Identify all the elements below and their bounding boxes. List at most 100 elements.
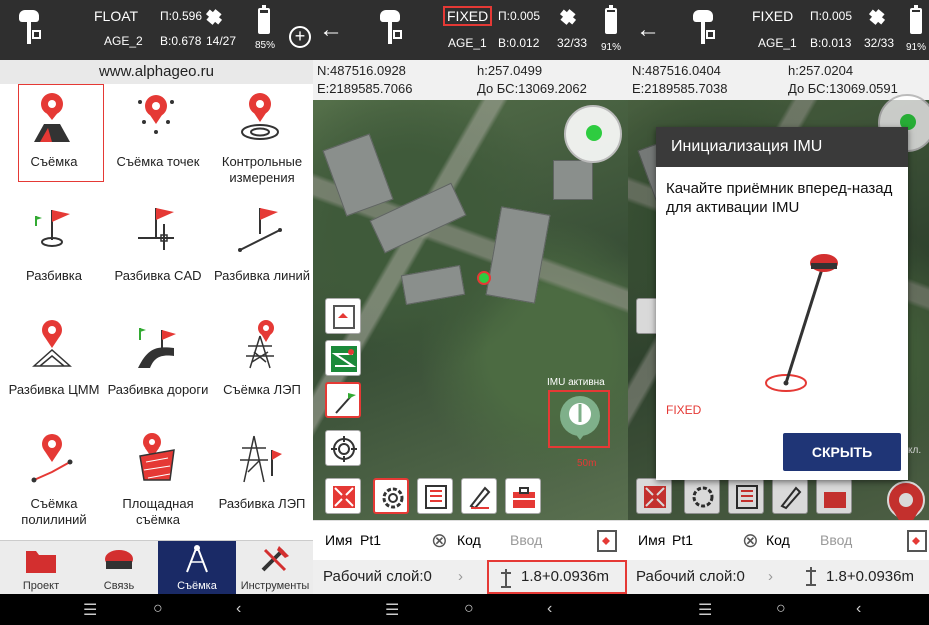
back-button[interactable]: ‹ [547, 600, 552, 618]
antenna-height-box[interactable]: 1.8+0.0936m [487, 560, 627, 594]
vertical-accuracy: В:0.013 [810, 36, 852, 50]
code-label: Код [457, 532, 481, 548]
compass-widget[interactable] [564, 105, 622, 163]
fix-mode: FIXED [752, 8, 794, 24]
antenna-height: 1.8+0.0936m [521, 568, 609, 585]
draw-tool-button[interactable] [461, 478, 497, 514]
point-survey-icon [138, 95, 174, 134]
building [553, 160, 593, 200]
target-icon [331, 436, 357, 462]
grid-item-line-stakeout[interactable]: Разбивка линий [210, 198, 313, 312]
add-icon[interactable]: + [289, 26, 311, 48]
back-button[interactable]: ‹ [236, 600, 241, 618]
imu-indicator[interactable] [548, 390, 610, 448]
grid-item-label: Съёмка [30, 154, 78, 169]
tab-tools[interactable]: Инструменты [236, 541, 313, 595]
gnss-receiver-icon[interactable] [377, 10, 403, 46]
grid-item-road-stakeout[interactable]: Разбивка дороги [106, 312, 210, 426]
home-button[interactable]: ○ [153, 600, 163, 618]
tab-label: Съёмка [177, 580, 217, 592]
battery-icon [910, 5, 922, 34]
work-layer[interactable]: Рабочий слой:0 [323, 568, 432, 585]
back-arrow-icon[interactable]: ← [319, 16, 343, 44]
grid-item-powerline-survey[interactable]: Съёмка ЛЭП [210, 312, 313, 426]
stakeout-mode-button[interactable] [325, 340, 361, 376]
zoom-extent-button[interactable] [325, 478, 361, 514]
status-bar: ← FIXED П:0.005 AGE_1 В:0.013 32/33 91% [628, 0, 929, 60]
gnss-receiver-icon[interactable] [16, 10, 42, 46]
grid-item-area-survey[interactable]: Площадная съёмка [106, 426, 210, 540]
imu-init-dialog: Инициализация IMU Качайте приёмник впере… [656, 127, 908, 480]
toolbox-button[interactable] [505, 478, 541, 514]
stakeout-icon [35, 210, 70, 247]
code-label: Код [766, 532, 790, 548]
recent-apps-button[interactable]: ☰ [83, 600, 97, 620]
survey-menu-screen: FLOAT П:0.596 AGE_2 В:0.678 14/27 85% + … [0, 0, 313, 625]
system-navbar: ☰ ○ ‹ [313, 594, 628, 625]
point-input-row: Имя Pt1 ⊗ Код Ввод [313, 520, 628, 560]
imu-pin-icon [560, 396, 600, 440]
grid-item-control-measurements[interactable]: Контрольные измерения [210, 84, 313, 198]
receiver-icon [105, 550, 133, 569]
back-arrow-icon[interactable]: ← [636, 16, 660, 44]
line-tool-button[interactable] [325, 382, 361, 418]
center-location-button[interactable] [325, 430, 361, 466]
coordinates-panel: N:487516.0404 h:257.0204 E:2189585.7038 … [628, 60, 929, 100]
polyline-survey-icon [31, 434, 73, 483]
antenna-height[interactable]: 1.8+0.0936m [826, 568, 914, 585]
map-scale: 50m [577, 458, 597, 469]
tools-icon [261, 546, 289, 572]
height: h:257.0204 [788, 63, 854, 78]
clear-icon[interactable]: ⊗ [742, 528, 759, 553]
settings-button[interactable] [373, 478, 409, 514]
gnss-receiver-icon[interactable] [690, 10, 716, 46]
satellite-count: 32/33 [864, 36, 895, 50]
tab-connection[interactable]: Связь [80, 541, 158, 595]
building [400, 265, 466, 305]
name-label: Имя [325, 532, 353, 548]
base-distance: До БС:13069.2062 [477, 81, 587, 96]
hide-button[interactable]: СКРЫТЬ [783, 433, 901, 471]
position-marker-icon [477, 271, 491, 285]
grid-item-survey[interactable]: Съёмка [2, 84, 106, 198]
work-layer[interactable]: Рабочий слой:0 [636, 568, 745, 585]
grid-item-polyline-survey[interactable]: Съёмка полилиний [2, 426, 106, 540]
correction-age: AGE_1 [448, 36, 487, 50]
grid-item-label: Разбивка дороги [107, 382, 209, 397]
recent-apps-button[interactable]: ☰ [698, 600, 712, 620]
clear-icon[interactable]: ⊗ [431, 528, 448, 553]
folder-icon [26, 551, 56, 573]
layers-tool-button[interactable] [325, 298, 361, 334]
code-list-icon[interactable] [596, 529, 618, 553]
grid-item-dtm-stakeout[interactable]: Разбивка ЦММ [2, 312, 106, 426]
survey-icon [34, 93, 70, 142]
route-icon [331, 346, 357, 372]
coordinates-panel: N:487516.0928 h:257.0499 E:2189585.7066 … [313, 60, 628, 100]
name-input[interactable]: Pt1 [672, 532, 693, 548]
grid-item-stakeout[interactable]: Разбивка [2, 198, 106, 312]
satellite-icon [203, 8, 225, 28]
home-button[interactable]: ○ [464, 600, 474, 618]
tab-survey[interactable]: Съёмка [158, 541, 236, 595]
bottom-navigation: Проект Связь Съёмка Инструменты [0, 540, 313, 595]
back-button[interactable]: ‹ [856, 600, 861, 618]
grid-item-point-survey[interactable]: Съёмка точек [106, 84, 210, 198]
code-input[interactable]: Ввод [510, 532, 542, 548]
work-layer-row: Рабочий слой:0 › 1.8+0.0936m [313, 560, 628, 594]
gear-icon [382, 487, 404, 509]
recent-apps-button[interactable]: ☰ [385, 600, 399, 620]
point-list-button[interactable] [417, 478, 453, 514]
code-input[interactable]: Ввод [820, 532, 852, 548]
name-input[interactable]: Pt1 [360, 532, 381, 548]
satellite-map[interactable]: IMU активна 50m [313, 100, 628, 520]
code-list-icon[interactable] [906, 529, 928, 553]
website-banner[interactable]: www.alphageo.ru [0, 60, 313, 84]
tab-project[interactable]: Проект [2, 541, 80, 595]
home-button[interactable]: ○ [776, 600, 786, 618]
vertical-accuracy: В:0.678 [160, 34, 202, 48]
easting: E:2189585.7038 [632, 81, 728, 96]
grid-item-cad-stakeout[interactable]: Разбивка CAD [106, 198, 210, 312]
satellite-icon [557, 8, 579, 28]
grid-item-powerline-stakeout[interactable]: Разбивка ЛЭП [210, 426, 313, 540]
base-distance: До БС:13069.0591 [788, 81, 898, 96]
